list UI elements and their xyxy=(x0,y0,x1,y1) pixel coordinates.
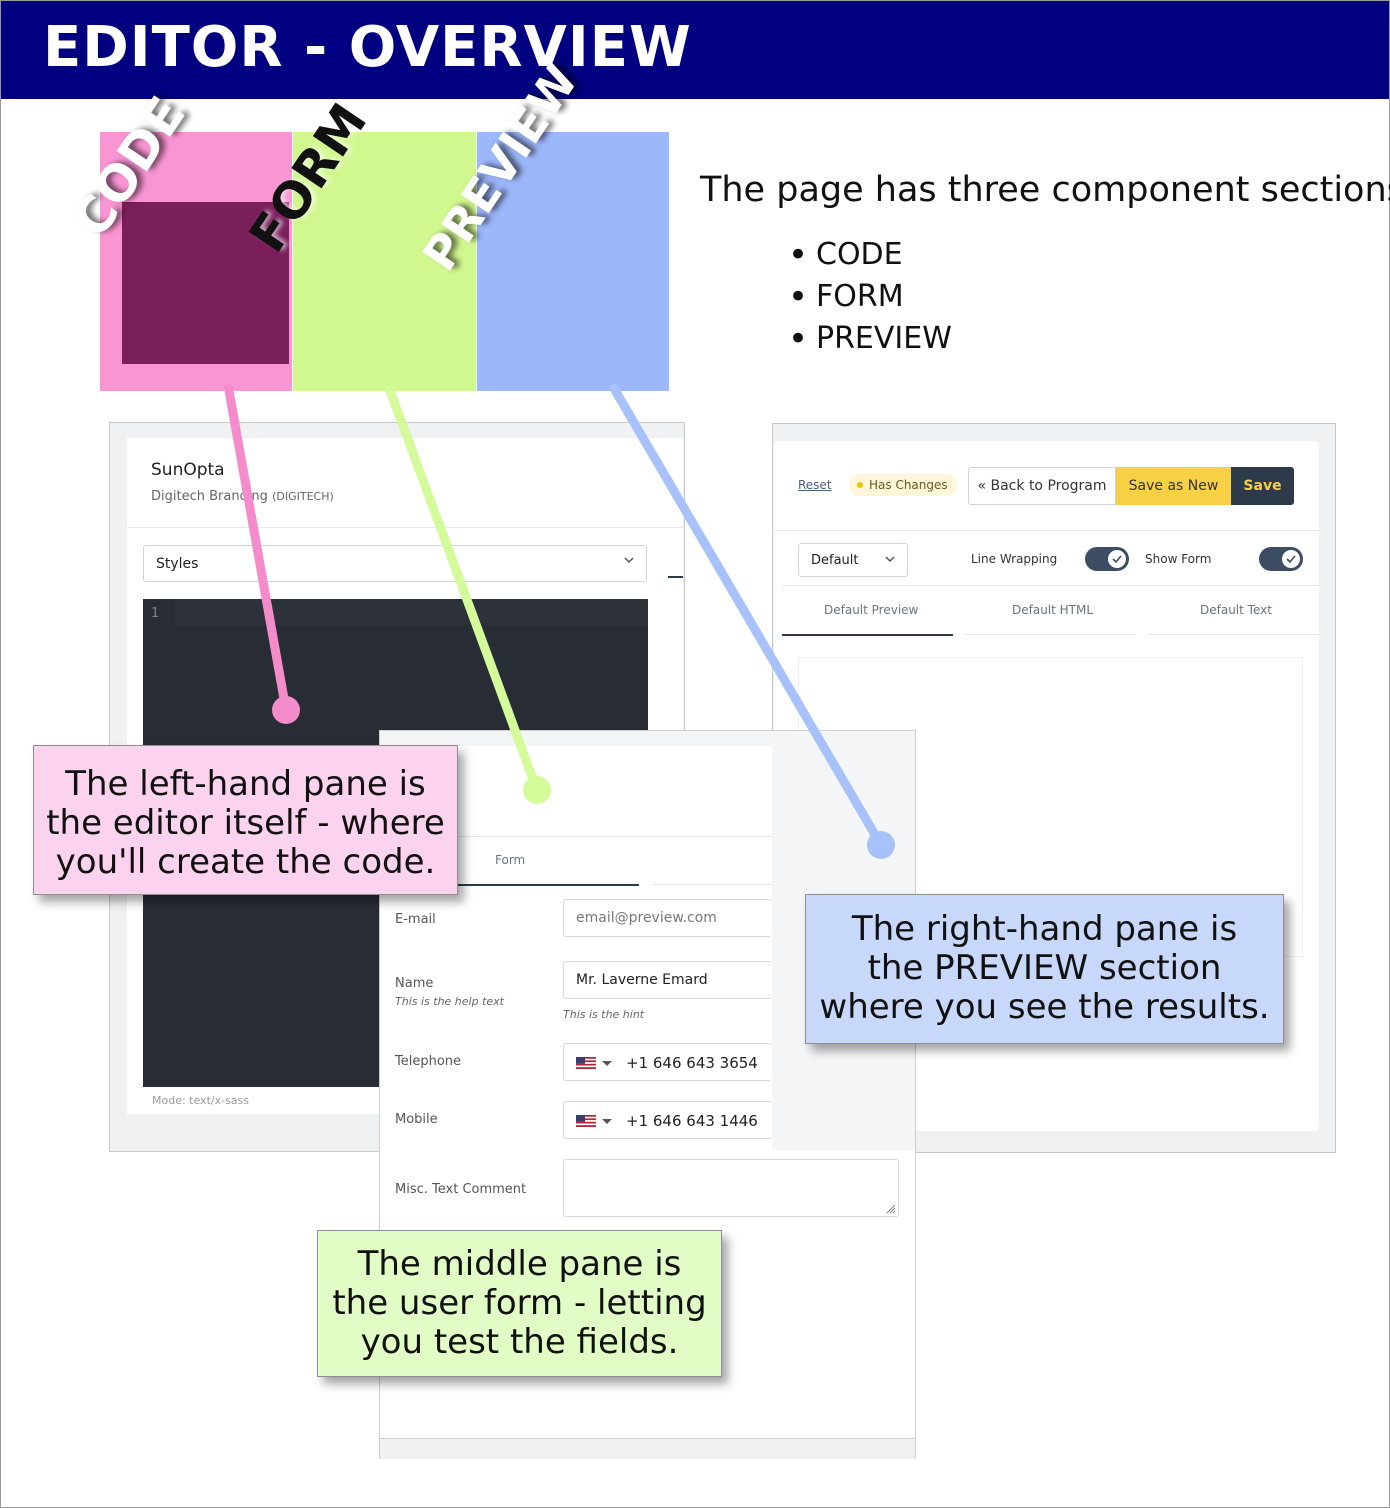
overview-thumbnail xyxy=(100,132,669,391)
section-item-preview: PREVIEW xyxy=(788,318,952,360)
check-icon xyxy=(1286,555,1296,564)
line-wrapping-label: Line Wrapping xyxy=(971,552,1058,566)
page-title: EDITOR - OVERVIEW xyxy=(43,15,692,80)
telephone-label: Telephone xyxy=(395,1054,462,1069)
mobile-value: +1 646 643 1446 xyxy=(626,1112,758,1130)
intro-text: The page has three component sections: xyxy=(700,170,1390,210)
us-flag-icon xyxy=(576,1115,596,1127)
misc-comment-textarea[interactable] xyxy=(563,1159,899,1217)
tab-underline xyxy=(668,576,683,578)
tab-underline xyxy=(1148,634,1319,635)
resize-handle-icon xyxy=(886,1204,896,1214)
save-button[interactable]: Save xyxy=(1231,467,1294,505)
form-callout: The middle pane is the user form - letti… xyxy=(317,1230,722,1377)
us-flag-icon xyxy=(576,1057,596,1069)
tab-default-html[interactable]: Default HTML xyxy=(1012,603,1093,617)
callout-line: the editor itself - where xyxy=(46,803,445,843)
has-changes-badge: Has Changes xyxy=(849,474,957,496)
line-number: 1 xyxy=(151,606,159,621)
header-bar: EDITOR - OVERVIEW xyxy=(1,1,1389,99)
active-tab-underline xyxy=(782,634,953,636)
name-label: Name xyxy=(395,976,434,991)
tab-underline xyxy=(965,634,1136,635)
mobile-field[interactable]: +1 646 643 1446 xyxy=(563,1101,772,1139)
misc-comment-label: Misc. Text Comment xyxy=(395,1182,527,1197)
callout-line: the PREVIEW section xyxy=(867,948,1222,988)
callout-line: you test the fields. xyxy=(360,1322,679,1362)
caret-down-icon xyxy=(602,1061,612,1066)
show-form-label: Show Form xyxy=(1145,552,1212,566)
callout-line: where you see the results. xyxy=(819,987,1270,1027)
section-list: CODE FORM PREVIEW xyxy=(788,234,952,360)
preview-callout: The right-hand pane is the PREVIEW secti… xyxy=(805,894,1284,1044)
callout-line: the user form - letting xyxy=(332,1283,707,1323)
tab-form[interactable]: Form xyxy=(495,853,525,867)
program-branding: Digitech Branding xyxy=(151,489,268,504)
tab-underline xyxy=(652,884,772,885)
check-icon xyxy=(1112,555,1122,564)
reset-link[interactable]: Reset xyxy=(798,478,832,492)
name-help-text: This is the help text xyxy=(395,995,504,1008)
callout-line: The middle pane is xyxy=(357,1244,682,1284)
program-code: (DIGITECH) xyxy=(272,490,334,503)
callout-line: you'll create the code. xyxy=(55,842,436,882)
form-footer xyxy=(380,1438,915,1459)
callout-line: The right-hand pane is xyxy=(851,909,1238,949)
name-hint: This is the hint xyxy=(563,1008,645,1021)
tab-default-preview[interactable]: Default Preview xyxy=(824,603,918,617)
chevron-down-icon xyxy=(624,557,634,564)
back-to-program-button[interactable]: « Back to Program xyxy=(968,467,1116,505)
email-label: E-mail xyxy=(395,912,436,927)
caret-down-icon xyxy=(602,1119,612,1124)
code-callout: The left-hand pane is the editor itself … xyxy=(33,745,458,895)
program-subtitle: Digitech Branding (DIGITECH) xyxy=(151,489,334,504)
divider xyxy=(774,530,1319,531)
telephone-value: +1 646 643 3654 xyxy=(626,1054,758,1072)
editor-mode: Mode: text/x-sass xyxy=(152,1094,250,1107)
section-item-form: FORM xyxy=(788,276,952,318)
save-as-new-button[interactable]: Save as New xyxy=(1116,467,1231,505)
mobile-label: Mobile xyxy=(395,1112,438,1127)
telephone-field[interactable]: +1 646 643 3654 xyxy=(563,1043,772,1081)
divider xyxy=(782,585,1319,586)
styles-select-value: Styles xyxy=(156,556,199,572)
show-form-toggle[interactable] xyxy=(1259,547,1303,571)
status-dot-icon xyxy=(857,482,863,488)
template-select[interactable]: Default xyxy=(798,543,908,577)
chevron-down-icon xyxy=(885,556,895,563)
tab-default-text[interactable]: Default Text xyxy=(1200,603,1272,617)
program-name: SunOpta xyxy=(151,460,225,480)
styles-select[interactable]: Styles xyxy=(143,545,647,582)
callout-line: The left-hand pane is xyxy=(65,764,426,804)
active-line-highlight xyxy=(175,599,648,625)
line-wrapping-toggle[interactable] xyxy=(1085,547,1129,571)
name-field[interactable]: Mr. Laverne Emard xyxy=(563,961,772,999)
divider xyxy=(127,527,683,528)
section-item-code: CODE xyxy=(788,234,952,276)
template-select-value: Default xyxy=(811,553,859,568)
email-field[interactable]: email@preview.com xyxy=(563,899,772,937)
